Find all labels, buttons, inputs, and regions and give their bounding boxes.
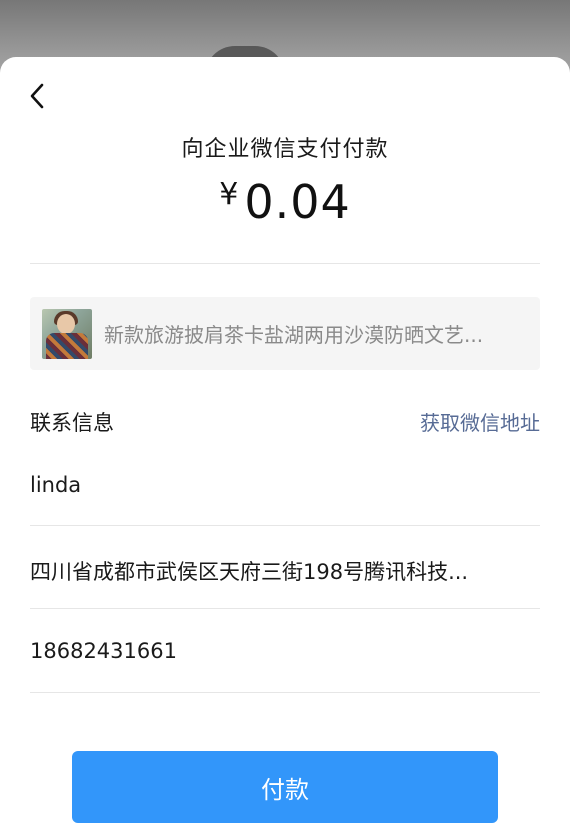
address-field[interactable]: 四川省成都市武侯区天府三街198号腾讯科技... <box>30 556 520 586</box>
product-name: 新款旅游披肩茶卡盐湖两用沙漠防晒文艺... <box>104 323 484 347</box>
divider <box>30 692 540 693</box>
phone-field[interactable]: 18682431661 <box>30 639 520 663</box>
payment-amount: ¥0.04 <box>0 175 570 229</box>
name-field[interactable]: linda <box>30 473 520 497</box>
product-card: 新款旅游披肩茶卡盐湖两用沙漠防晒文艺... <box>30 297 540 370</box>
divider <box>30 608 540 609</box>
divider <box>30 263 540 264</box>
amount-value: 0.04 <box>244 175 351 229</box>
product-thumbnail-image <box>42 308 92 359</box>
get-wechat-address-link[interactable]: 获取微信地址 <box>420 407 540 436</box>
currency-symbol: ¥ <box>219 177 239 212</box>
page-title: 向企业微信支付付款 <box>181 137 389 162</box>
chevron-left-icon <box>30 83 44 109</box>
back-button[interactable] <box>20 79 54 113</box>
pay-button[interactable]: 付款 <box>72 751 498 823</box>
contact-info-label: 联系信息 <box>30 411 114 435</box>
divider <box>30 525 540 526</box>
payment-sheet: 向企业微信支付付款 ¥0.04 新款旅游披肩茶卡盐湖两用沙漠防晒文艺... 联系… <box>0 57 570 840</box>
